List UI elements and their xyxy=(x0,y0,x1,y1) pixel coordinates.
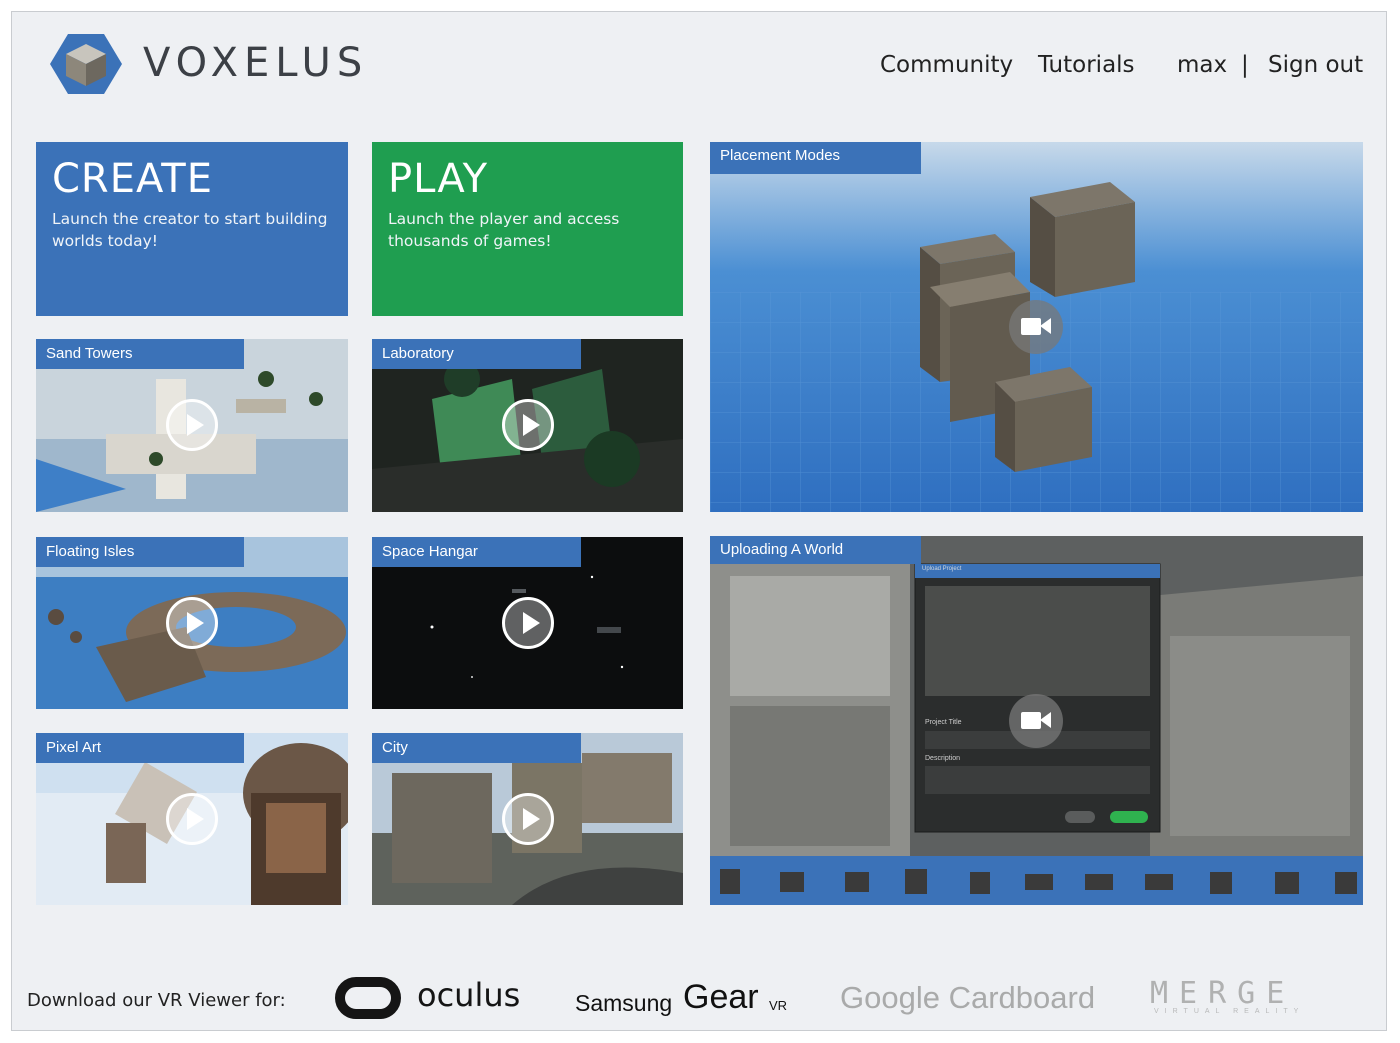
video-title: Laboratory xyxy=(372,339,581,369)
merge-subtitle: VIRTUAL REALITY xyxy=(1154,1008,1305,1015)
nav-separator: | xyxy=(1241,52,1249,78)
voxelus-logo-icon[interactable] xyxy=(50,32,122,96)
nav-community-link[interactable]: Community xyxy=(880,52,1013,78)
video-title: Sand Towers xyxy=(36,339,244,369)
video-tile-pixel-art[interactable]: Pixel Art xyxy=(36,733,348,905)
create-title: CREATE xyxy=(52,156,213,202)
video-tile-laboratory[interactable]: Laboratory xyxy=(372,339,683,512)
upload-project-title-label: Project Title xyxy=(925,719,962,726)
sign-out-link[interactable]: Sign out xyxy=(1268,52,1363,78)
video-title: Floating Isles xyxy=(36,537,244,567)
video-title: City xyxy=(372,733,581,763)
video-tile-space-hangar[interactable]: Space Hangar xyxy=(372,537,683,709)
play-icon[interactable] xyxy=(166,793,218,845)
create-description: Launch the creator to start building wor… xyxy=(52,210,328,250)
video-title: Placement Modes xyxy=(710,142,921,174)
play-icon[interactable] xyxy=(502,399,554,451)
samsung-wordmark: Samsung xyxy=(575,990,673,1016)
video-camera-icon[interactable] xyxy=(1009,694,1063,748)
video-camera-icon[interactable] xyxy=(1009,300,1063,354)
merge-logo-link[interactable]: MERGE VIRTUAL REALITY xyxy=(1150,976,1336,1020)
upload-dialog-header: Upload Project xyxy=(922,566,962,572)
vr-wordmark: VR xyxy=(769,998,788,1013)
merge-wordmark: MERGE xyxy=(1150,976,1296,1011)
nav-tutorials-link[interactable]: Tutorials xyxy=(1038,52,1135,78)
play-icon[interactable] xyxy=(166,597,218,649)
play-description: Launch the player and access thousands o… xyxy=(388,210,620,250)
video-tile-placement-modes[interactable]: Placement Modes xyxy=(710,142,1363,512)
oculus-logo-link[interactable]: oculus xyxy=(335,976,523,1022)
google-cardboard-logo-link[interactable]: Google Cardboard xyxy=(840,980,1102,1020)
upload-description-label: Description xyxy=(925,755,961,762)
video-title: Uploading A World xyxy=(710,536,921,564)
gear-wordmark: Gear xyxy=(683,978,759,1016)
video-title: Space Hangar xyxy=(372,537,581,567)
samsung-gear-vr-logo-link[interactable]: Samsung Gear VR xyxy=(575,978,795,1020)
video-tile-sand-towers[interactable]: Sand Towers xyxy=(36,339,348,512)
play-icon[interactable] xyxy=(502,793,554,845)
oculus-wordmark: oculus xyxy=(417,976,521,1014)
create-tile[interactable]: CREATE Launch the creator to start build… xyxy=(36,142,348,316)
play-icon[interactable] xyxy=(502,597,554,649)
oculus-ring-icon xyxy=(335,977,401,1019)
video-tile-floating-isles[interactable]: Floating Isles xyxy=(36,537,348,709)
vr-viewer-label: Download our VR Viewer for: xyxy=(27,990,286,1011)
username-link[interactable]: max xyxy=(1177,52,1227,78)
play-title: PLAY xyxy=(388,156,489,202)
play-icon[interactable] xyxy=(166,399,218,451)
google-cardboard-wordmark: Google Cardboard xyxy=(840,980,1096,1015)
play-tile[interactable]: PLAY Launch the player and access thousa… xyxy=(372,142,683,316)
video-tile-uploading-world[interactable]: Uploading A World Upload Project Project… xyxy=(710,536,1363,905)
video-title: Pixel Art xyxy=(36,733,244,763)
video-tile-city[interactable]: City xyxy=(372,733,683,905)
brand-name[interactable]: VOXELUS xyxy=(143,40,368,86)
